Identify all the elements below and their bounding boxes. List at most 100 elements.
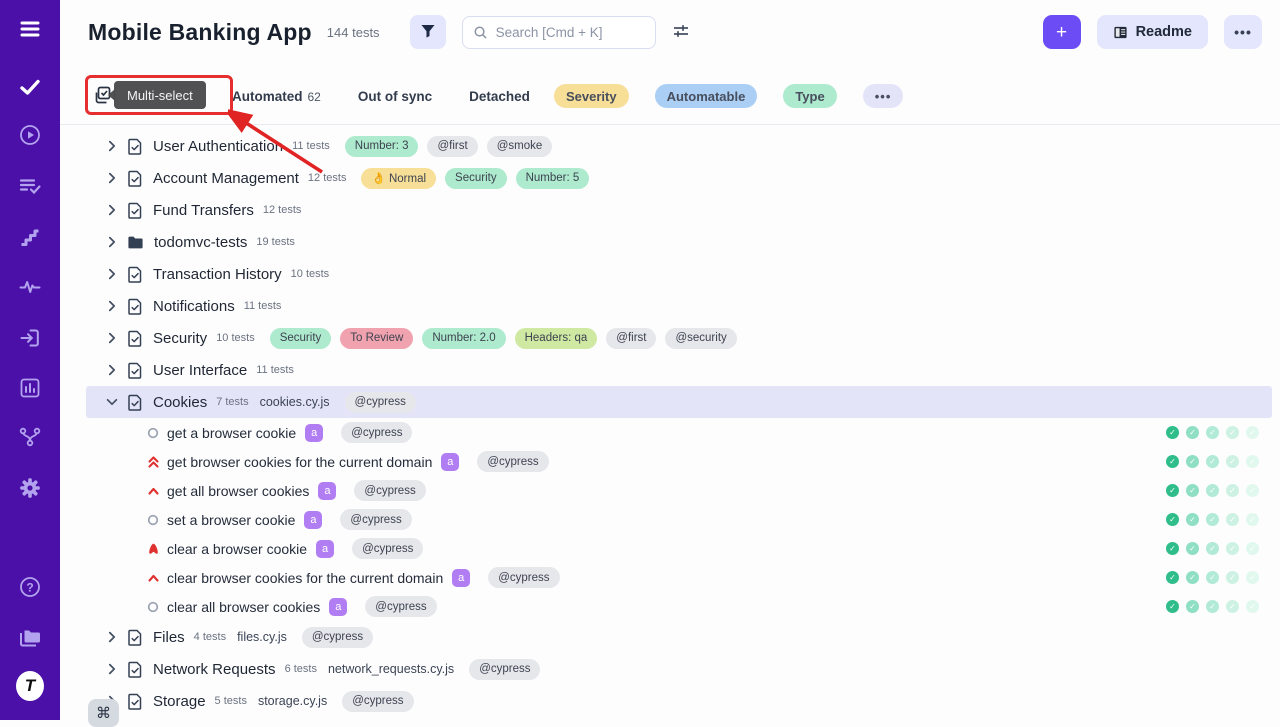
run-status-dot[interactable]: ✓ (1186, 484, 1199, 497)
suite-row-transaction-history[interactable]: Transaction History10 tests (86, 258, 1272, 290)
tab-detached[interactable]: Detached (469, 89, 530, 104)
automated-badge[interactable]: a (318, 482, 336, 500)
suite-row-cookies[interactable]: Cookies7 testscookies.cy.js@cypress (86, 386, 1272, 418)
test-row-clear-a-browser-cookie[interactable]: clear a browser cookiea@cypress✓✓✓✓✓ (86, 534, 1272, 563)
tag-badge[interactable]: 👌 Normal (361, 168, 436, 189)
tab-automated[interactable]: Automated62 (232, 89, 321, 104)
run-status-dot[interactable]: ✓ (1166, 455, 1179, 468)
suite-row-user-authentication[interactable]: User Authentication11 testsNumber: 3@fir… (86, 130, 1272, 162)
automated-badge[interactable]: a (452, 569, 470, 587)
sidebar-item-tests-check[interactable] (16, 73, 44, 101)
run-status-dot[interactable]: ✓ (1186, 600, 1199, 613)
sidebar-item-steps[interactable] (16, 223, 44, 251)
run-status-dot[interactable]: ✓ (1206, 455, 1219, 468)
tag-badge[interactable]: @cypress (345, 392, 416, 413)
run-status-dot[interactable]: ✓ (1186, 513, 1199, 526)
tag-badge[interactable]: @cypress (354, 480, 425, 501)
run-status-dot[interactable]: ✓ (1226, 600, 1239, 613)
suite-row-files[interactable]: Files4 testsfiles.cy.js@cypress (86, 621, 1272, 653)
run-status-dot[interactable]: ✓ (1226, 542, 1239, 555)
run-status-dot[interactable]: ✓ (1226, 513, 1239, 526)
search-input[interactable] (496, 25, 646, 40)
run-status-dot[interactable]: ✓ (1226, 426, 1239, 439)
run-status-dot[interactable]: ✓ (1186, 542, 1199, 555)
tag-badge[interactable]: Security (445, 168, 507, 189)
tag-badge[interactable]: Number: 2.0 (422, 328, 505, 349)
run-status-dot[interactable]: ✓ (1166, 513, 1179, 526)
automated-badge[interactable]: a (329, 598, 347, 616)
header-more-button[interactable]: ••• (1224, 15, 1262, 49)
suite-row-fund-transfers[interactable]: Fund Transfers12 tests (86, 194, 1272, 226)
chevron-right-icon[interactable] (105, 299, 119, 313)
run-status-dot[interactable]: ✓ (1246, 484, 1259, 497)
run-status-dot[interactable]: ✓ (1246, 455, 1259, 468)
run-status-dot[interactable]: ✓ (1206, 513, 1219, 526)
run-status-dot[interactable]: ✓ (1206, 600, 1219, 613)
chevron-right-icon[interactable] (105, 235, 119, 249)
suite-row-security[interactable]: Security10 testsSecurityTo ReviewNumber:… (86, 322, 1272, 354)
tag-badge[interactable]: @first (427, 136, 477, 157)
suite-row-todomvc-tests[interactable]: todomvc-tests19 tests (86, 226, 1272, 258)
sidebar-item-runs-play[interactable] (16, 121, 44, 149)
tag-badge[interactable]: @cypress (352, 538, 423, 559)
run-status-dot[interactable]: ✓ (1186, 571, 1199, 584)
run-status-dot[interactable]: ✓ (1206, 542, 1219, 555)
chevron-right-icon[interactable] (105, 662, 119, 676)
run-status-dot[interactable]: ✓ (1246, 571, 1259, 584)
test-row-get-browser-cookies-for-the-current-domain[interactable]: get browser cookies for the current doma… (86, 447, 1272, 476)
tag-badge[interactable]: Headers: qa (515, 328, 598, 349)
sidebar-item-projects-folders[interactable] (16, 623, 44, 651)
test-row-clear-all-browser-cookies[interactable]: clear all browser cookiesa@cypress✓✓✓✓✓ (86, 592, 1272, 621)
automated-badge[interactable]: a (316, 540, 334, 558)
test-row-set-a-browser-cookie[interactable]: set a browser cookiea@cypress✓✓✓✓✓ (86, 505, 1272, 534)
suite-row-notifications[interactable]: Notifications11 tests (86, 290, 1272, 322)
suite-row-user-interface[interactable]: User Interface11 tests (86, 354, 1272, 386)
automated-badge[interactable]: a (305, 424, 323, 442)
sidebar-item-logo[interactable]: T (16, 672, 44, 700)
sidebar-item-settings-gear[interactable] (16, 474, 44, 502)
sidebar-item-reports-chart[interactable] (16, 374, 44, 402)
tag-badge[interactable]: To Review (340, 328, 413, 349)
run-status-dot[interactable]: ✓ (1246, 513, 1259, 526)
sidebar-item-menu[interactable] (16, 15, 44, 43)
chevron-right-icon[interactable] (105, 331, 119, 345)
tag-badge[interactable]: Number: 3 (345, 136, 419, 157)
filter-button[interactable] (410, 15, 446, 49)
tag-badge[interactable]: @cypress (365, 596, 436, 617)
run-status-dot[interactable]: ✓ (1246, 600, 1259, 613)
filter-pill-[interactable]: ••• (863, 84, 904, 108)
readme-button[interactable]: Readme (1097, 15, 1208, 49)
tag-badge[interactable]: @first (606, 328, 656, 349)
test-row-get-a-browser-cookie[interactable]: get a browser cookiea@cypress✓✓✓✓✓ (86, 418, 1272, 447)
test-row-get-all-browser-cookies[interactable]: get all browser cookiesa@cypress✓✓✓✓✓ (86, 476, 1272, 505)
sidebar-item-activity[interactable] (16, 273, 44, 301)
run-status-dot[interactable]: ✓ (1186, 426, 1199, 439)
chevron-right-icon[interactable] (105, 267, 119, 281)
suite-row-network-requests[interactable]: Network Requests6 testsnetwork_requests.… (86, 653, 1272, 685)
tag-badge[interactable]: @cypress (488, 567, 559, 588)
filter-pill-type[interactable]: Type (783, 84, 836, 108)
run-status-dot[interactable]: ✓ (1206, 426, 1219, 439)
run-status-dot[interactable]: ✓ (1246, 542, 1259, 555)
run-status-dot[interactable]: ✓ (1226, 571, 1239, 584)
run-status-dot[interactable]: ✓ (1246, 426, 1259, 439)
run-status-dot[interactable]: ✓ (1226, 455, 1239, 468)
sidebar-item-test-plans[interactable] (16, 172, 44, 200)
adjustments-button[interactable] (672, 22, 690, 43)
tag-badge[interactable]: @security (665, 328, 736, 349)
chevron-right-icon[interactable] (105, 139, 119, 153)
test-row-clear-browser-cookies-for-the-current-domain[interactable]: clear browser cookies for the current do… (86, 563, 1272, 592)
run-status-dot[interactable]: ✓ (1166, 484, 1179, 497)
run-status-dot[interactable]: ✓ (1186, 455, 1199, 468)
filter-pill-automatable[interactable]: Automatable (655, 84, 758, 108)
chevron-right-icon[interactable] (105, 203, 119, 217)
search-box[interactable] (462, 16, 656, 49)
keyboard-shortcut-badge[interactable]: ⌘ (88, 699, 119, 727)
tag-badge[interactable]: @cypress (469, 659, 540, 680)
run-status-dot[interactable]: ✓ (1206, 571, 1219, 584)
run-status-dot[interactable]: ✓ (1166, 571, 1179, 584)
tag-badge[interactable]: @cypress (302, 627, 373, 648)
tag-badge[interactable]: @smoke (487, 136, 553, 157)
chevron-right-icon[interactable] (105, 171, 119, 185)
chevron-right-icon[interactable] (105, 630, 119, 644)
